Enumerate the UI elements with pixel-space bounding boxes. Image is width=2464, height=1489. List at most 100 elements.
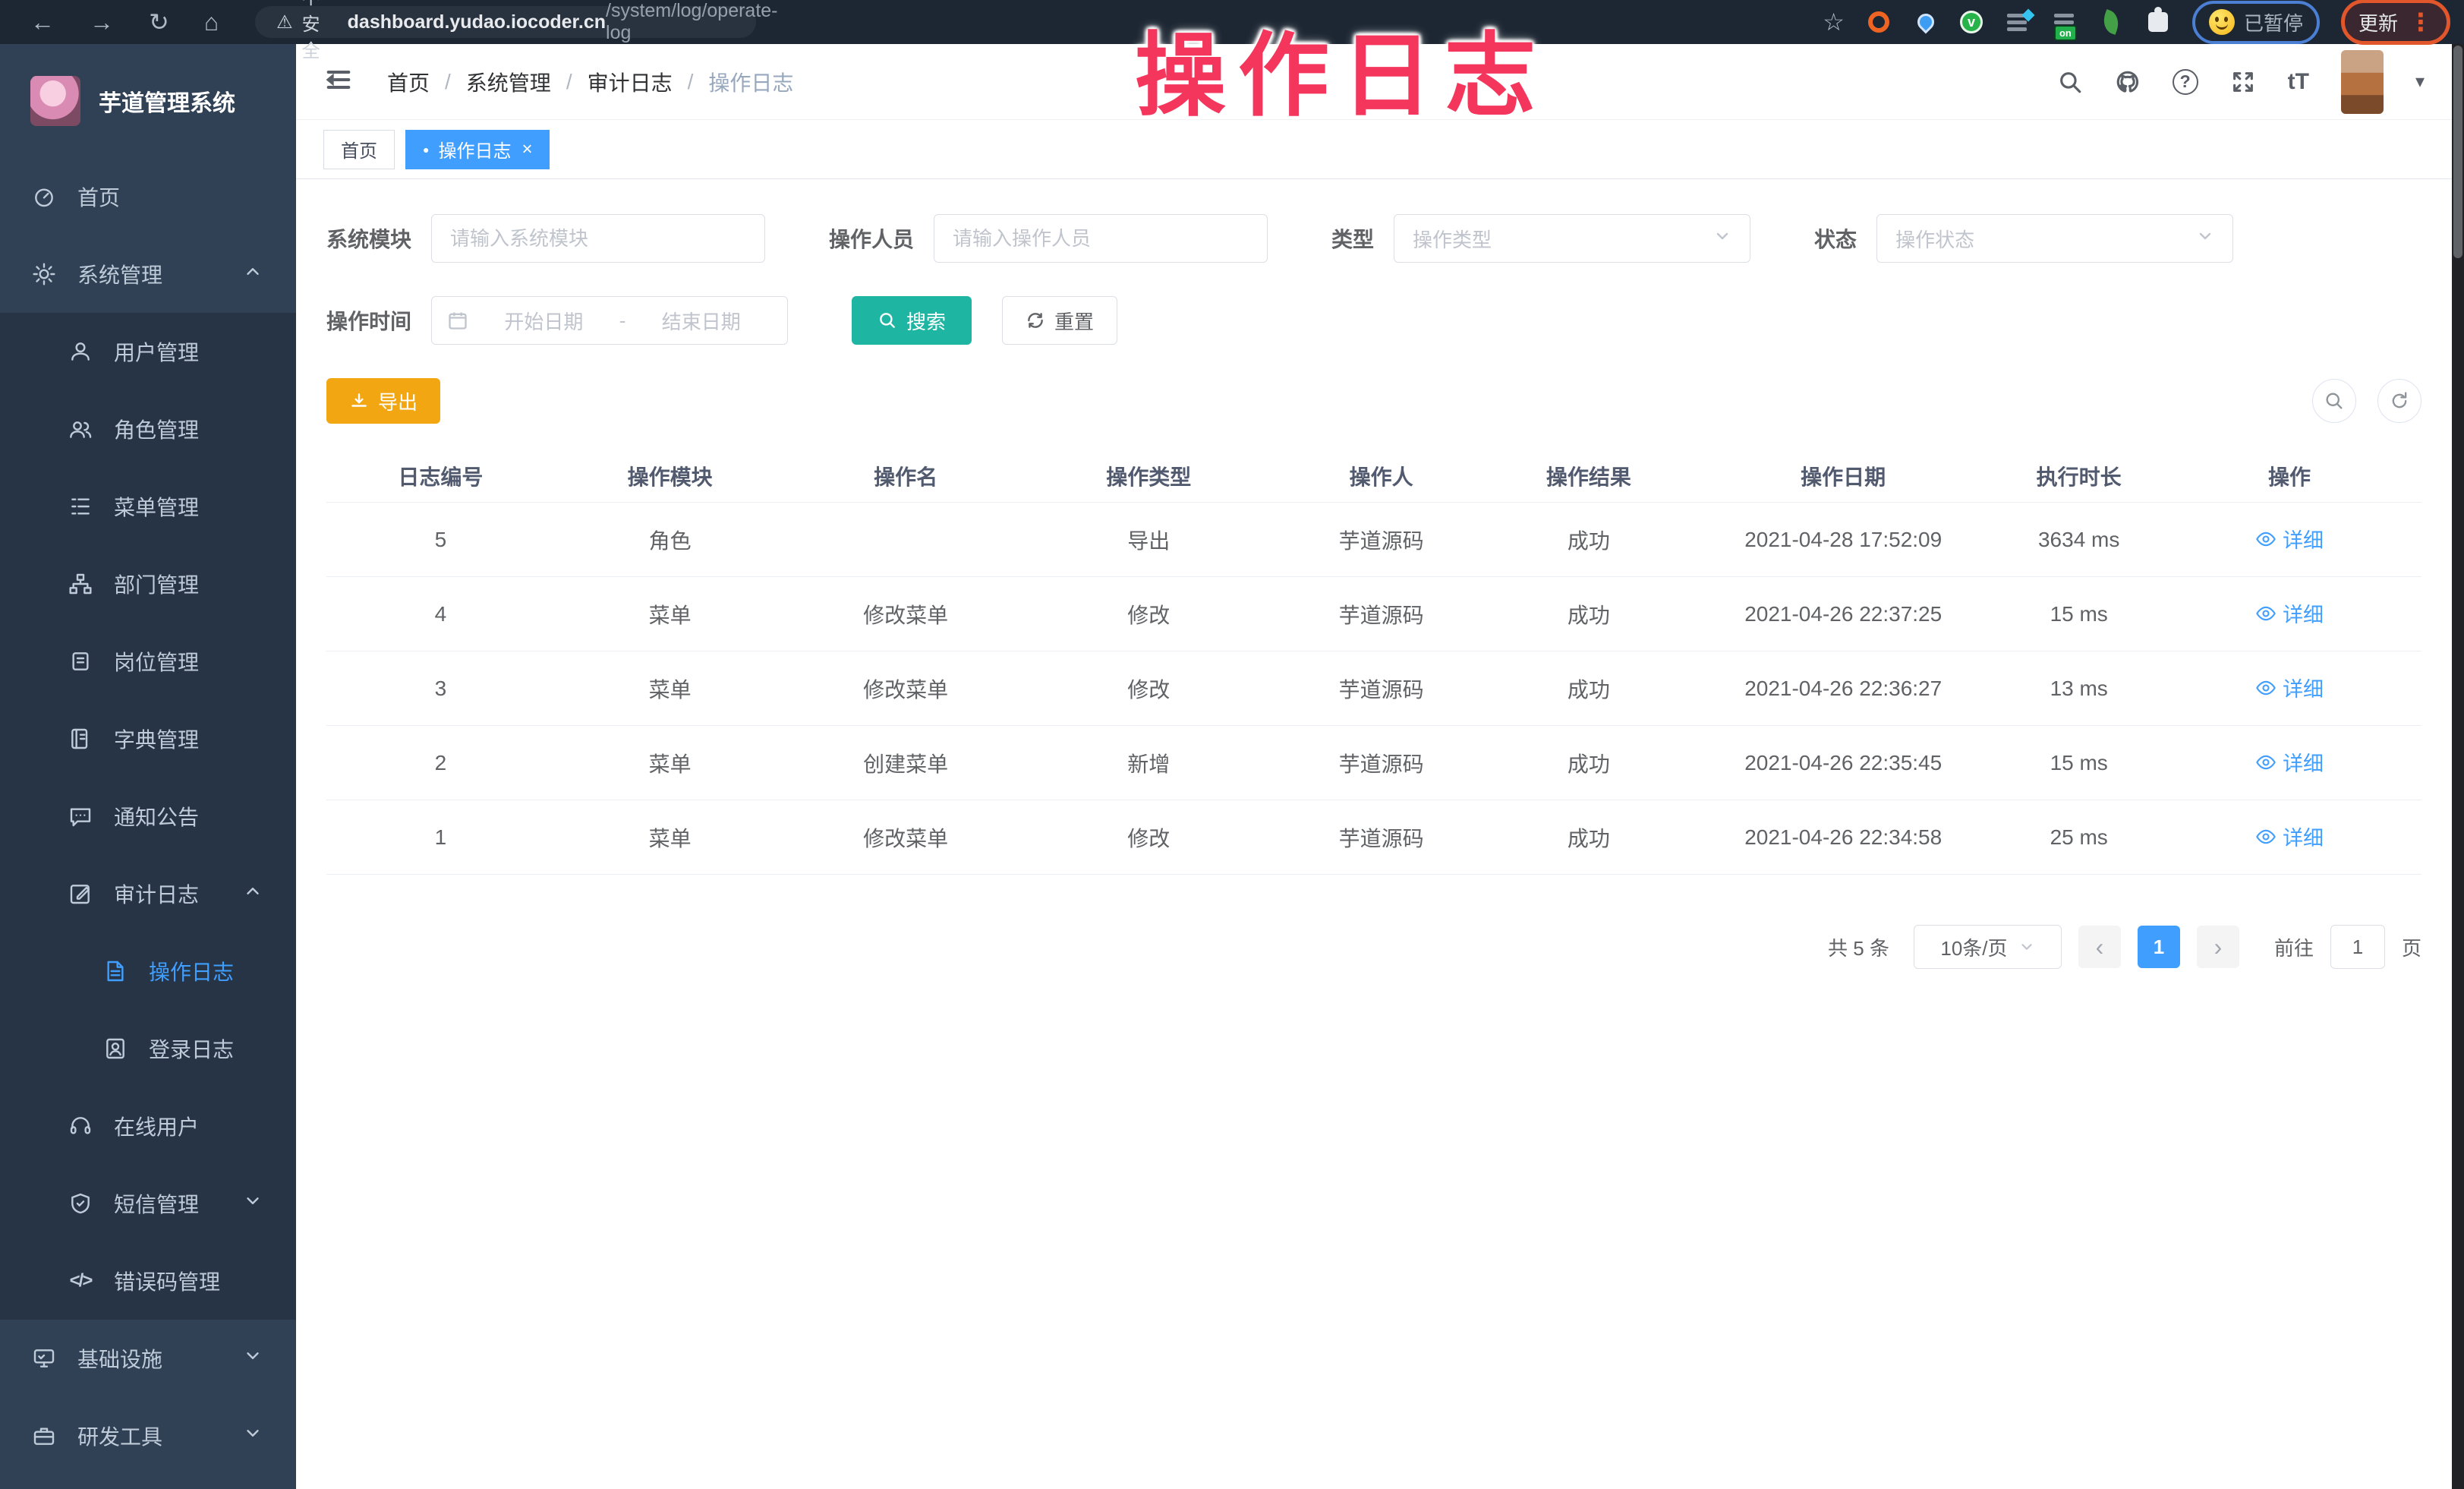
- extension-drop-icon[interactable]: [1913, 9, 1939, 35]
- detail-link[interactable]: 详细: [2255, 747, 2324, 777]
- export-button[interactable]: 导出: [326, 378, 440, 424]
- sidebar-toggle-icon[interactable]: [323, 65, 354, 99]
- cell-operator: 芋道源码: [1271, 822, 1492, 853]
- reset-button[interactable]: 重置: [1002, 296, 1117, 345]
- prev-page-button[interactable]: ‹: [2078, 926, 2121, 968]
- sidebar-item-user-management[interactable]: 用户管理: [0, 313, 296, 390]
- user-avatar[interactable]: [2341, 50, 2384, 114]
- extension-ring-icon[interactable]: [1866, 9, 1892, 35]
- sidebar-item-menu-management[interactable]: 菜单管理: [0, 468, 296, 545]
- start-date-placeholder[interactable]: 开始日期: [473, 307, 615, 335]
- sidebar-item-error-code-management[interactable]: </> 错误码管理: [0, 1242, 296, 1320]
- header-actions: ? tT ▾: [2057, 50, 2425, 114]
- sidebar-item-home[interactable]: 首页: [0, 158, 296, 235]
- address-bar[interactable]: ⚠ 不安全 dashboard.yudao.iocoder.cn /system…: [255, 6, 756, 38]
- browser-refresh-icon[interactable]: ↻: [149, 0, 169, 44]
- column-header: 操作结果: [1492, 461, 1687, 491]
- operator-input[interactable]: [934, 214, 1268, 263]
- status-select[interactable]: 操作状态: [1876, 214, 2233, 263]
- avatar-caret-icon[interactable]: ▾: [2415, 71, 2425, 93]
- browser-toolbar: ← → ↻ ⌂ ⚠ 不安全 dashboard.yudao.iocoder.cn…: [0, 0, 2464, 44]
- search-icon[interactable]: [2057, 69, 2083, 95]
- message-icon: [67, 803, 94, 830]
- toolbox-icon: [30, 1422, 58, 1450]
- toggle-search-button[interactable]: [2312, 379, 2356, 423]
- scrollbar-thumb[interactable]: [2453, 46, 2462, 258]
- fullscreen-icon[interactable]: [2230, 69, 2256, 95]
- table-row[interactable]: 5 角色 导出 芋道源码 成功 2021-04-28 17:52:09 3634…: [326, 503, 2421, 577]
- github-icon[interactable]: [2115, 69, 2141, 95]
- detail-link[interactable]: 详细: [2255, 524, 2324, 554]
- module-label: 系统模块: [326, 223, 411, 254]
- module-input[interactable]: [431, 214, 765, 263]
- help-icon[interactable]: ?: [2173, 69, 2198, 95]
- reset-button-label: 重置: [1054, 307, 1094, 335]
- sidebar-item-audit-log[interactable]: 审计日志: [0, 855, 296, 932]
- cell-type: 新增: [1026, 748, 1271, 778]
- browser-update-chip[interactable]: 更新 ⋮: [2341, 0, 2450, 45]
- app-logo[interactable]: 芋道管理系统: [0, 44, 296, 158]
- extension-bars-icon[interactable]: [2004, 9, 2030, 35]
- goto-page-input[interactable]: [2330, 925, 2385, 969]
- sidebar-item-role-management[interactable]: 角色管理: [0, 390, 296, 468]
- breadcrumb-audit-log[interactable]: 审计日志: [588, 67, 673, 97]
- sidebar-item-infrastructure[interactable]: 基础设施: [0, 1320, 296, 1397]
- calendar-icon: [447, 310, 468, 331]
- browser-menu-icon[interactable]: ⋮: [2409, 8, 2433, 36]
- refresh-table-button[interactable]: [2377, 379, 2421, 423]
- bookmark-star-icon[interactable]: ☆: [1823, 8, 1845, 36]
- table-row[interactable]: 4 菜单 修改菜单 修改 芋道源码 成功 2021-04-26 22:37:25…: [326, 577, 2421, 651]
- extension-leaf-icon[interactable]: [2098, 9, 2124, 35]
- detail-link[interactable]: 详细: [2255, 673, 2324, 702]
- sidebar-item-system-management[interactable]: 系统管理: [0, 235, 296, 313]
- tag-home[interactable]: 首页: [323, 130, 395, 169]
- current-page-button[interactable]: 1: [2138, 926, 2180, 968]
- sidebar-item-notice[interactable]: 通知公告: [0, 778, 296, 855]
- refresh-icon: [2389, 390, 2410, 412]
- paused-extension-chip[interactable]: 已暂停: [2192, 1, 2320, 44]
- table-row[interactable]: 1 菜单 修改菜单 修改 芋道源码 成功 2021-04-26 22:34:58…: [326, 800, 2421, 875]
- sidebar-item-dev-tools[interactable]: 研发工具: [0, 1397, 296, 1475]
- type-select[interactable]: 操作类型: [1394, 214, 1750, 263]
- sidebar-item-department-management[interactable]: 部门管理: [0, 545, 296, 623]
- extension-green-icon[interactable]: v: [1960, 11, 1983, 33]
- cell-duration: 15 ms: [2000, 602, 2157, 626]
- font-size-icon[interactable]: tT: [2288, 69, 2309, 95]
- sidebar-item-label: 短信管理: [114, 1188, 199, 1219]
- search-button[interactable]: 搜索: [852, 296, 972, 345]
- cell-date: 2021-04-26 22:37:25: [1686, 602, 2000, 626]
- eye-icon: [2255, 603, 2277, 624]
- cell-log-id: 1: [326, 825, 555, 850]
- filter-row-1: 系统模块 操作人员 类型 操作类型: [326, 214, 2421, 263]
- next-page-button[interactable]: ›: [2197, 926, 2239, 968]
- page-size-select[interactable]: 10条/页: [1914, 925, 2062, 969]
- table-row[interactable]: 2 菜单 创建菜单 新增 芋道源码 成功 2021-04-26 22:35:45…: [326, 726, 2421, 800]
- browser-home-icon[interactable]: ⌂: [204, 0, 219, 44]
- tag-operate-log[interactable]: ● 操作日志 ×: [405, 130, 550, 169]
- cell-result: 成功: [1492, 599, 1687, 629]
- detail-link[interactable]: 详细: [2255, 598, 2324, 628]
- sidebar-item-online-users[interactable]: 在线用户: [0, 1087, 296, 1165]
- end-date-placeholder[interactable]: 结束日期: [630, 307, 772, 335]
- sidebar-item-sms-management[interactable]: 短信管理: [0, 1165, 296, 1242]
- breadcrumb-home[interactable]: 首页: [387, 67, 430, 97]
- extensions-puzzle-icon[interactable]: [2145, 9, 2171, 35]
- sidebar-item-dict-management[interactable]: 字典管理: [0, 700, 296, 778]
- table-row[interactable]: 3 菜单 修改菜单 修改 芋道源码 成功 2021-04-26 22:36:27…: [326, 651, 2421, 726]
- sidebar-item-login-log[interactable]: 登录日志: [0, 1010, 296, 1087]
- date-range-picker[interactable]: 开始日期 - 结束日期: [431, 296, 788, 345]
- detail-link[interactable]: 详细: [2255, 822, 2324, 851]
- browser-back-icon[interactable]: ←: [30, 0, 55, 44]
- cell-date: 2021-04-28 17:52:09: [1686, 528, 2000, 552]
- sidebar-item-label: 登录日志: [149, 1033, 234, 1064]
- security-label[interactable]: 不安全: [302, 0, 320, 62]
- browser-forward-icon[interactable]: →: [90, 0, 114, 44]
- window-scrollbar[interactable]: [2452, 44, 2464, 1489]
- cell-log-id: 5: [326, 528, 555, 552]
- sidebar-item-operate-log[interactable]: 操作日志: [0, 932, 296, 1010]
- breadcrumb-system[interactable]: 系统管理: [466, 67, 551, 97]
- extension-on-badge-icon[interactable]: on: [2051, 9, 2077, 35]
- user-icon: [67, 338, 94, 365]
- tag-close-icon[interactable]: ×: [521, 139, 532, 160]
- sidebar-item-post-management[interactable]: 岗位管理: [0, 623, 296, 700]
